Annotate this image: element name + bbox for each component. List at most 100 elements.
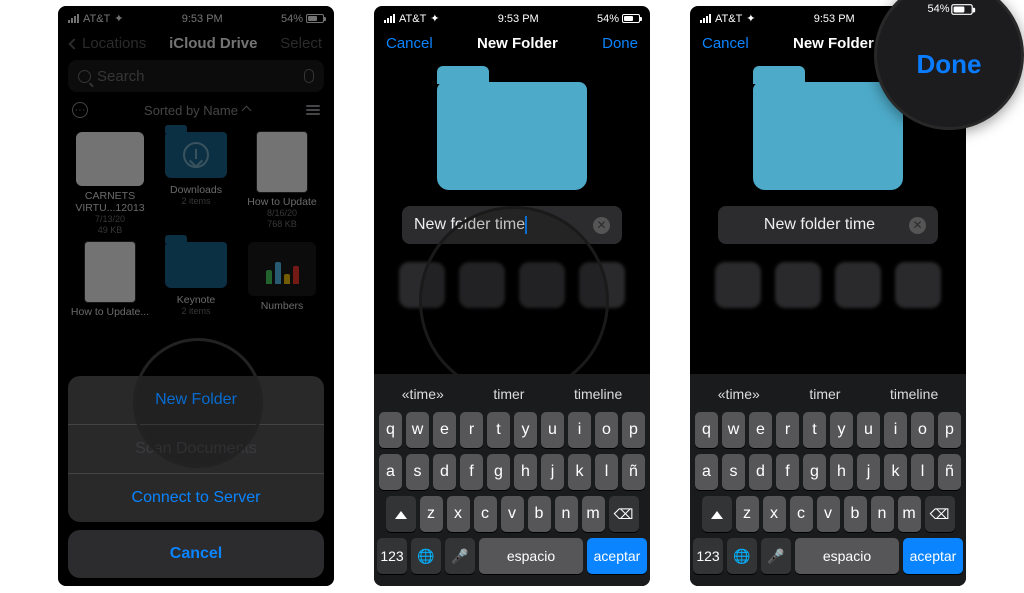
key-f[interactable]: f bbox=[460, 454, 483, 490]
key-q[interactable]: q bbox=[379, 412, 402, 448]
key-x[interactable]: x bbox=[447, 496, 470, 532]
key-i[interactable]: i bbox=[884, 412, 907, 448]
key-k[interactable]: k bbox=[568, 454, 591, 490]
key-s[interactable]: s bbox=[722, 454, 745, 490]
nav-title: New Folder bbox=[793, 35, 874, 52]
key-i[interactable]: i bbox=[568, 412, 591, 448]
key-n[interactable]: n bbox=[555, 496, 578, 532]
key-d[interactable]: d bbox=[749, 454, 772, 490]
key-l[interactable]: l bbox=[595, 454, 618, 490]
key-h[interactable]: h bbox=[514, 454, 537, 490]
key-a[interactable]: a bbox=[695, 454, 718, 490]
suggestion[interactable]: «time» bbox=[712, 384, 766, 404]
space-key[interactable]: espacio bbox=[479, 538, 583, 574]
shift-key[interactable] bbox=[702, 496, 732, 532]
suggestion[interactable]: «time» bbox=[396, 384, 450, 404]
key-row: asdfghjklñ bbox=[693, 454, 963, 490]
folder-name-input[interactable]: New folder time ✕ bbox=[718, 206, 938, 244]
key-row: zxcvbnm ⌫ bbox=[377, 496, 647, 532]
key-w[interactable]: w bbox=[722, 412, 745, 448]
key-p[interactable]: p bbox=[622, 412, 645, 448]
key-z[interactable]: z bbox=[420, 496, 443, 532]
key-k[interactable]: k bbox=[884, 454, 907, 490]
key-row: qwertyuiop bbox=[693, 412, 963, 448]
key-y[interactable]: y bbox=[830, 412, 853, 448]
key-p[interactable]: p bbox=[938, 412, 961, 448]
shift-key[interactable] bbox=[386, 496, 416, 532]
suggestion[interactable]: timeline bbox=[568, 384, 628, 404]
key-e[interactable]: e bbox=[749, 412, 772, 448]
suggestion[interactable]: timer bbox=[487, 384, 530, 404]
key-u[interactable]: u bbox=[857, 412, 880, 448]
key-x[interactable]: x bbox=[763, 496, 786, 532]
key-n[interactable]: n bbox=[871, 496, 894, 532]
space-key[interactable]: espacio bbox=[795, 538, 899, 574]
key-v[interactable]: v bbox=[817, 496, 840, 532]
cancel-button[interactable]: Cancel bbox=[386, 35, 433, 52]
cancel-button[interactable]: Cancel bbox=[68, 530, 324, 578]
key-g[interactable]: g bbox=[803, 454, 826, 490]
key-r[interactable]: r bbox=[776, 412, 799, 448]
suggestion[interactable]: timer bbox=[803, 384, 846, 404]
key-b[interactable]: b bbox=[844, 496, 867, 532]
mic-key[interactable]: 🎤 bbox=[761, 538, 791, 574]
suggestion-bar: «time» timer timeline bbox=[377, 378, 647, 412]
clear-icon[interactable]: ✕ bbox=[909, 217, 926, 234]
mic-key[interactable]: 🎤 bbox=[445, 538, 475, 574]
key-z[interactable]: z bbox=[736, 496, 759, 532]
key-t[interactable]: t bbox=[803, 412, 826, 448]
key-f[interactable]: f bbox=[776, 454, 799, 490]
new-folder-button[interactable]: New Folder bbox=[68, 376, 324, 424]
suggestion[interactable]: timeline bbox=[884, 384, 944, 404]
key-q[interactable]: q bbox=[695, 412, 718, 448]
accept-key[interactable]: aceptar bbox=[587, 538, 647, 574]
key-m[interactable]: m bbox=[582, 496, 605, 532]
key-b[interactable]: b bbox=[528, 496, 551, 532]
key-t[interactable]: t bbox=[487, 412, 510, 448]
globe-key[interactable]: 🌐 bbox=[727, 538, 757, 574]
key-c[interactable]: c bbox=[790, 496, 813, 532]
globe-key[interactable]: 🌐 bbox=[411, 538, 441, 574]
folder-icon bbox=[753, 82, 903, 190]
key-v[interactable]: v bbox=[501, 496, 524, 532]
background-items bbox=[690, 262, 966, 308]
key-o[interactable]: o bbox=[595, 412, 618, 448]
key-s[interactable]: s bbox=[406, 454, 429, 490]
backspace-key[interactable]: ⌫ bbox=[925, 496, 955, 532]
key-c[interactable]: c bbox=[474, 496, 497, 532]
accept-key[interactable]: aceptar bbox=[903, 538, 963, 574]
key-ñ[interactable]: ñ bbox=[938, 454, 961, 490]
numbers-key[interactable]: 123 bbox=[693, 538, 723, 574]
screenshot-1: AT&T ✦ 9:53 PM 54% Locations iCloud Driv… bbox=[58, 6, 334, 586]
keyboard: «time» timer timeline qwertyuiop asdfghj… bbox=[374, 374, 650, 586]
backspace-key[interactable]: ⌫ bbox=[609, 496, 639, 532]
done-button[interactable]: Done bbox=[602, 35, 638, 52]
key-j[interactable]: j bbox=[857, 454, 880, 490]
screenshot-2: AT&T✦ 9:53 PM 54% Cancel New Folder Done… bbox=[374, 6, 650, 586]
key-j[interactable]: j bbox=[541, 454, 564, 490]
nav-bar: Cancel New Folder Done bbox=[374, 27, 650, 60]
key-o[interactable]: o bbox=[911, 412, 934, 448]
key-a[interactable]: a bbox=[379, 454, 402, 490]
key-ñ[interactable]: ñ bbox=[622, 454, 645, 490]
key-w[interactable]: w bbox=[406, 412, 429, 448]
connect-server-button[interactable]: Connect to Server bbox=[68, 473, 324, 522]
nav-title: New Folder bbox=[477, 35, 558, 52]
cancel-button[interactable]: Cancel bbox=[702, 35, 749, 52]
background-items bbox=[374, 262, 650, 308]
key-h[interactable]: h bbox=[830, 454, 853, 490]
key-g[interactable]: g bbox=[487, 454, 510, 490]
key-u[interactable]: u bbox=[541, 412, 564, 448]
clear-icon[interactable]: ✕ bbox=[593, 217, 610, 234]
key-row: asdfghjklñ bbox=[377, 454, 647, 490]
key-r[interactable]: r bbox=[460, 412, 483, 448]
scan-documents-button[interactable]: Scan Documents bbox=[68, 424, 324, 473]
key-e[interactable]: e bbox=[433, 412, 456, 448]
keyboard: «time» timer timeline qwertyuiop asdfghj… bbox=[690, 374, 966, 586]
numbers-key[interactable]: 123 bbox=[377, 538, 407, 574]
key-m[interactable]: m bbox=[898, 496, 921, 532]
key-l[interactable]: l bbox=[911, 454, 934, 490]
key-y[interactable]: y bbox=[514, 412, 537, 448]
key-d[interactable]: d bbox=[433, 454, 456, 490]
folder-name-input[interactable]: New folder time ✕ bbox=[402, 206, 622, 244]
